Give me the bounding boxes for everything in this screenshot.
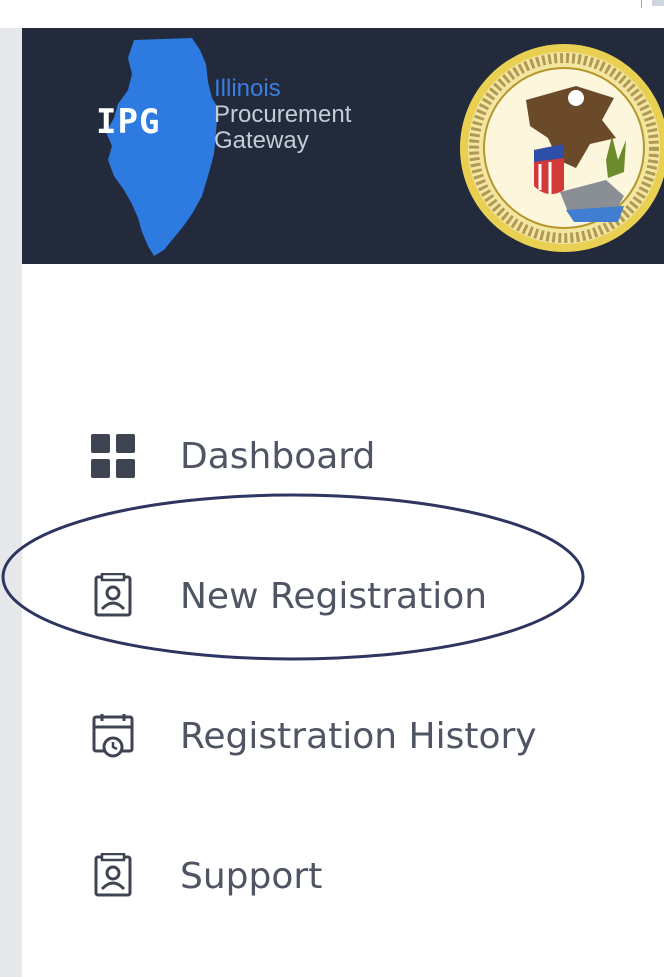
nav-label-new-registration: New Registration [180,575,488,617]
top-bar [0,0,664,29]
brand-text: Illinois Procurement Gateway [214,76,351,154]
registration-badge-icon [88,571,138,621]
support-badge-icon [88,851,138,901]
brand-line-gateway: Gateway [214,127,309,154]
brand-line-illinois: Illinois [214,75,281,102]
brand-line-procurement: Procurement [214,101,352,128]
nav-item-new-registration[interactable]: New Registration [22,566,622,626]
dashboard-grid-icon [88,431,138,481]
brand-banner: IPG Illinois Procurement Gateway [22,28,664,264]
nav-item-support[interactable]: Support [22,846,622,906]
state-seal-icon [460,44,664,252]
history-calendar-icon [88,711,138,761]
top-bar-edge [641,0,664,8]
nav-label-support: Support [180,855,323,897]
nav-item-registration-history[interactable]: Registration History [22,706,622,766]
nav-label-registration-history: Registration History [180,715,537,757]
nav-label-dashboard: Dashboard [180,435,376,477]
sidebar: IPG Illinois Procurement Gateway Dashboa… [22,28,664,977]
nav-item-dashboard[interactable]: Dashboard [22,426,622,486]
